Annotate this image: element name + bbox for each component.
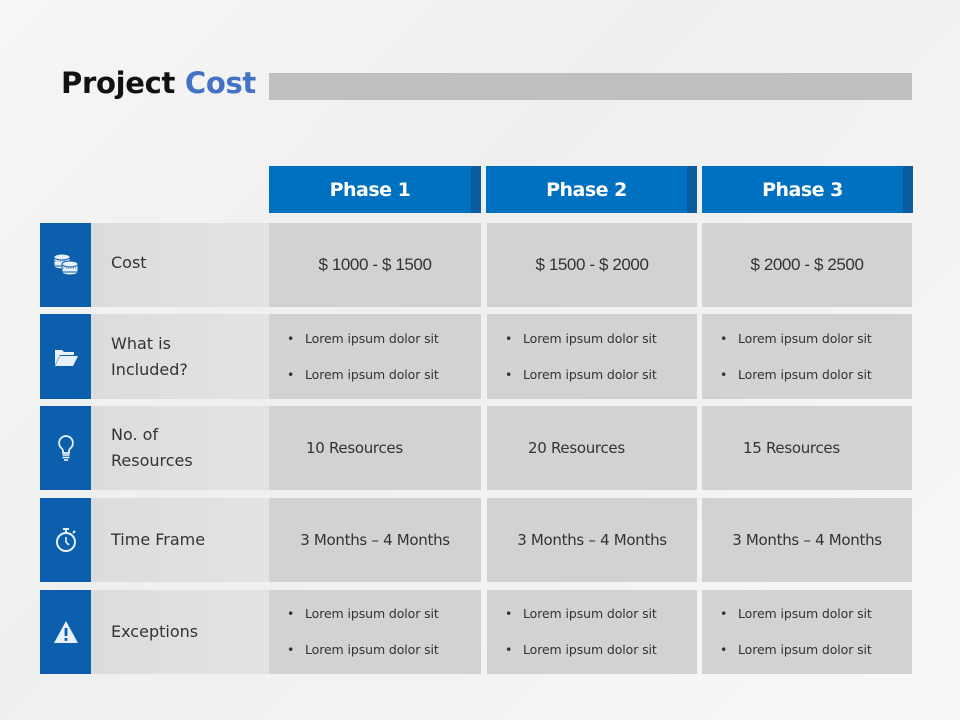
- time-value: 3 Months – 4 Months: [732, 531, 882, 549]
- row-icon-box: [40, 223, 91, 307]
- row-label: Cost: [111, 253, 147, 272]
- time-cell-phase-3: 3 Months – 4 Months: [702, 498, 912, 582]
- bullet-list: Lorem ipsum dolor sit Lorem ipsum dolor …: [269, 330, 439, 384]
- warning-icon: [53, 620, 79, 644]
- resources-cell-phase-1: 10 Resources: [269, 406, 481, 490]
- table-row-time-frame: Time Frame 3 Months – 4 Months 3 Months …: [40, 498, 912, 582]
- time-value: 3 Months – 4 Months: [517, 531, 667, 549]
- phase-header-3: Phase 3: [702, 166, 913, 213]
- time-cell-phase-1: 3 Months – 4 Months: [269, 498, 481, 582]
- cost-value: $ 1500 - $ 2000: [535, 255, 649, 274]
- row-label-cell: Time Frame: [91, 498, 269, 582]
- bullet-item: Lorem ipsum dolor sit: [287, 366, 439, 384]
- resources-cell-phase-2: 20 Resources: [487, 406, 697, 490]
- title-decor-bar: [269, 73, 912, 100]
- included-cell-phase-3: Lorem ipsum dolor sit Lorem ipsum dolor …: [702, 314, 912, 399]
- coins-icon: [52, 252, 80, 278]
- cost-cell-phase-3: $ 2000 - $ 2500: [702, 223, 912, 307]
- phase-header-1: Phase 1: [269, 166, 481, 213]
- row-icon-box: [40, 406, 91, 490]
- bullet-item: Lorem ipsum dolor sit: [720, 605, 872, 623]
- resources-value: 10 Resources: [306, 439, 403, 457]
- bullet-item: Lorem ipsum dolor sit: [720, 641, 872, 659]
- bullet-list: Lorem ipsum dolor sit Lorem ipsum dolor …: [702, 330, 872, 384]
- bullet-item: Lorem ipsum dolor sit: [505, 330, 657, 348]
- row-label: Time Frame: [111, 530, 206, 549]
- row-label-cell: Cost: [91, 223, 269, 307]
- bullet-item: Lorem ipsum dolor sit: [287, 641, 439, 659]
- lightbulb-icon: [57, 434, 75, 462]
- bullet-list: Lorem ipsum dolor sit Lorem ipsum dolor …: [487, 330, 657, 384]
- row-label: Exceptions: [111, 622, 199, 641]
- folder-open-icon: [53, 347, 79, 367]
- exceptions-cell-phase-2: Lorem ipsum dolor sit Lorem ipsum dolor …: [487, 590, 697, 674]
- row-icon-box: [40, 314, 91, 399]
- table-row-resources: No. of Resources 10 Resources 20 Resourc…: [40, 406, 912, 490]
- exceptions-cell-phase-1: Lorem ipsum dolor sit Lorem ipsum dolor …: [269, 590, 481, 674]
- row-icon-box: [40, 498, 91, 582]
- bullet-item: Lorem ipsum dolor sit: [505, 366, 657, 384]
- phase-header-2: Phase 2: [486, 166, 697, 213]
- stopwatch-icon: [54, 527, 78, 553]
- row-label: No. of Resources: [111, 425, 193, 470]
- bullet-item: Lorem ipsum dolor sit: [505, 641, 657, 659]
- cost-value: $ 2000 - $ 2500: [750, 255, 864, 274]
- cost-value: $ 1000 - $ 1500: [318, 255, 432, 274]
- resources-value: 20 Resources: [528, 439, 625, 457]
- exceptions-cell-phase-3: Lorem ipsum dolor sit Lorem ipsum dolor …: [702, 590, 912, 674]
- row-label-cell: No. of Resources: [91, 406, 269, 490]
- row-label: What is Included?: [111, 333, 188, 379]
- included-cell-phase-2: Lorem ipsum dolor sit Lorem ipsum dolor …: [487, 314, 697, 399]
- bullet-item: Lorem ipsum dolor sit: [287, 330, 439, 348]
- phase-header-label: Phase 1: [329, 178, 411, 201]
- cost-cell-phase-2: $ 1500 - $ 2000: [487, 223, 697, 307]
- table-row-cost: Cost $ 1000 - $ 1500 $ 1500 - $ 2000 $ 2…: [40, 223, 912, 307]
- title-accent: Cost: [184, 66, 256, 100]
- phase-header-label: Phase 2: [546, 178, 627, 201]
- bullet-item: Lorem ipsum dolor sit: [720, 366, 872, 384]
- row-icon-box: [40, 590, 91, 674]
- row-label-cell: What is Included?: [91, 314, 269, 399]
- bullet-item: Lorem ipsum dolor sit: [505, 605, 657, 623]
- bullet-item: Lorem ipsum dolor sit: [720, 330, 872, 348]
- page-title: Project Cost: [61, 66, 256, 100]
- table-row-exceptions: Exceptions Lorem ipsum dolor sit Lorem i…: [40, 590, 912, 674]
- phase-header-label: Phase 3: [762, 178, 843, 201]
- row-label-cell: Exceptions: [91, 590, 269, 674]
- bullet-list: Lorem ipsum dolor sit Lorem ipsum dolor …: [702, 605, 872, 659]
- cost-cell-phase-1: $ 1000 - $ 1500: [269, 223, 481, 307]
- time-value: 3 Months – 4 Months: [300, 531, 450, 549]
- table-row-included: What is Included? Lorem ipsum dolor sit …: [40, 314, 912, 399]
- bullet-item: Lorem ipsum dolor sit: [287, 605, 439, 623]
- resources-cell-phase-3: 15 Resources: [702, 406, 912, 490]
- bullet-list: Lorem ipsum dolor sit Lorem ipsum dolor …: [269, 605, 439, 659]
- bullet-list: Lorem ipsum dolor sit Lorem ipsum dolor …: [487, 605, 657, 659]
- resources-value: 15 Resources: [743, 439, 840, 457]
- included-cell-phase-1: Lorem ipsum dolor sit Lorem ipsum dolor …: [269, 314, 481, 399]
- time-cell-phase-2: 3 Months – 4 Months: [487, 498, 697, 582]
- title-main: Project: [61, 66, 176, 100]
